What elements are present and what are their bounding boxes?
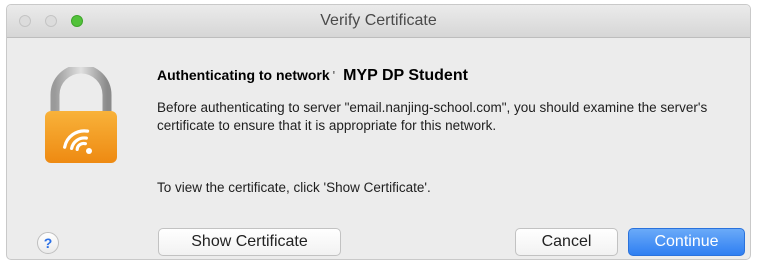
cancel-button[interactable]: Cancel (515, 228, 618, 256)
window-title: Verify Certificate (320, 12, 437, 29)
title-bar[interactable]: Verify Certificate (7, 5, 750, 38)
heading-tick: ' (332, 68, 336, 83)
continue-button[interactable]: Continue (628, 228, 745, 256)
help-button[interactable]: ? (37, 232, 59, 254)
network-name: MYP DP Student (343, 67, 468, 84)
show-certificate-button[interactable]: Show Certificate (158, 228, 341, 256)
dialog-heading: Authenticating to network (157, 67, 330, 83)
dialog-hint: To view the certificate, click 'Show Cer… (157, 180, 431, 195)
wifi-lock-icon (45, 67, 117, 163)
dialog-heading-row: Authenticating to network ' MYP DP Student (157, 67, 468, 91)
verify-certificate-dialog: Verify Certificate Authenticating to net… (6, 4, 751, 260)
dialog-message: Before authenticating to server "email.n… (157, 100, 708, 133)
